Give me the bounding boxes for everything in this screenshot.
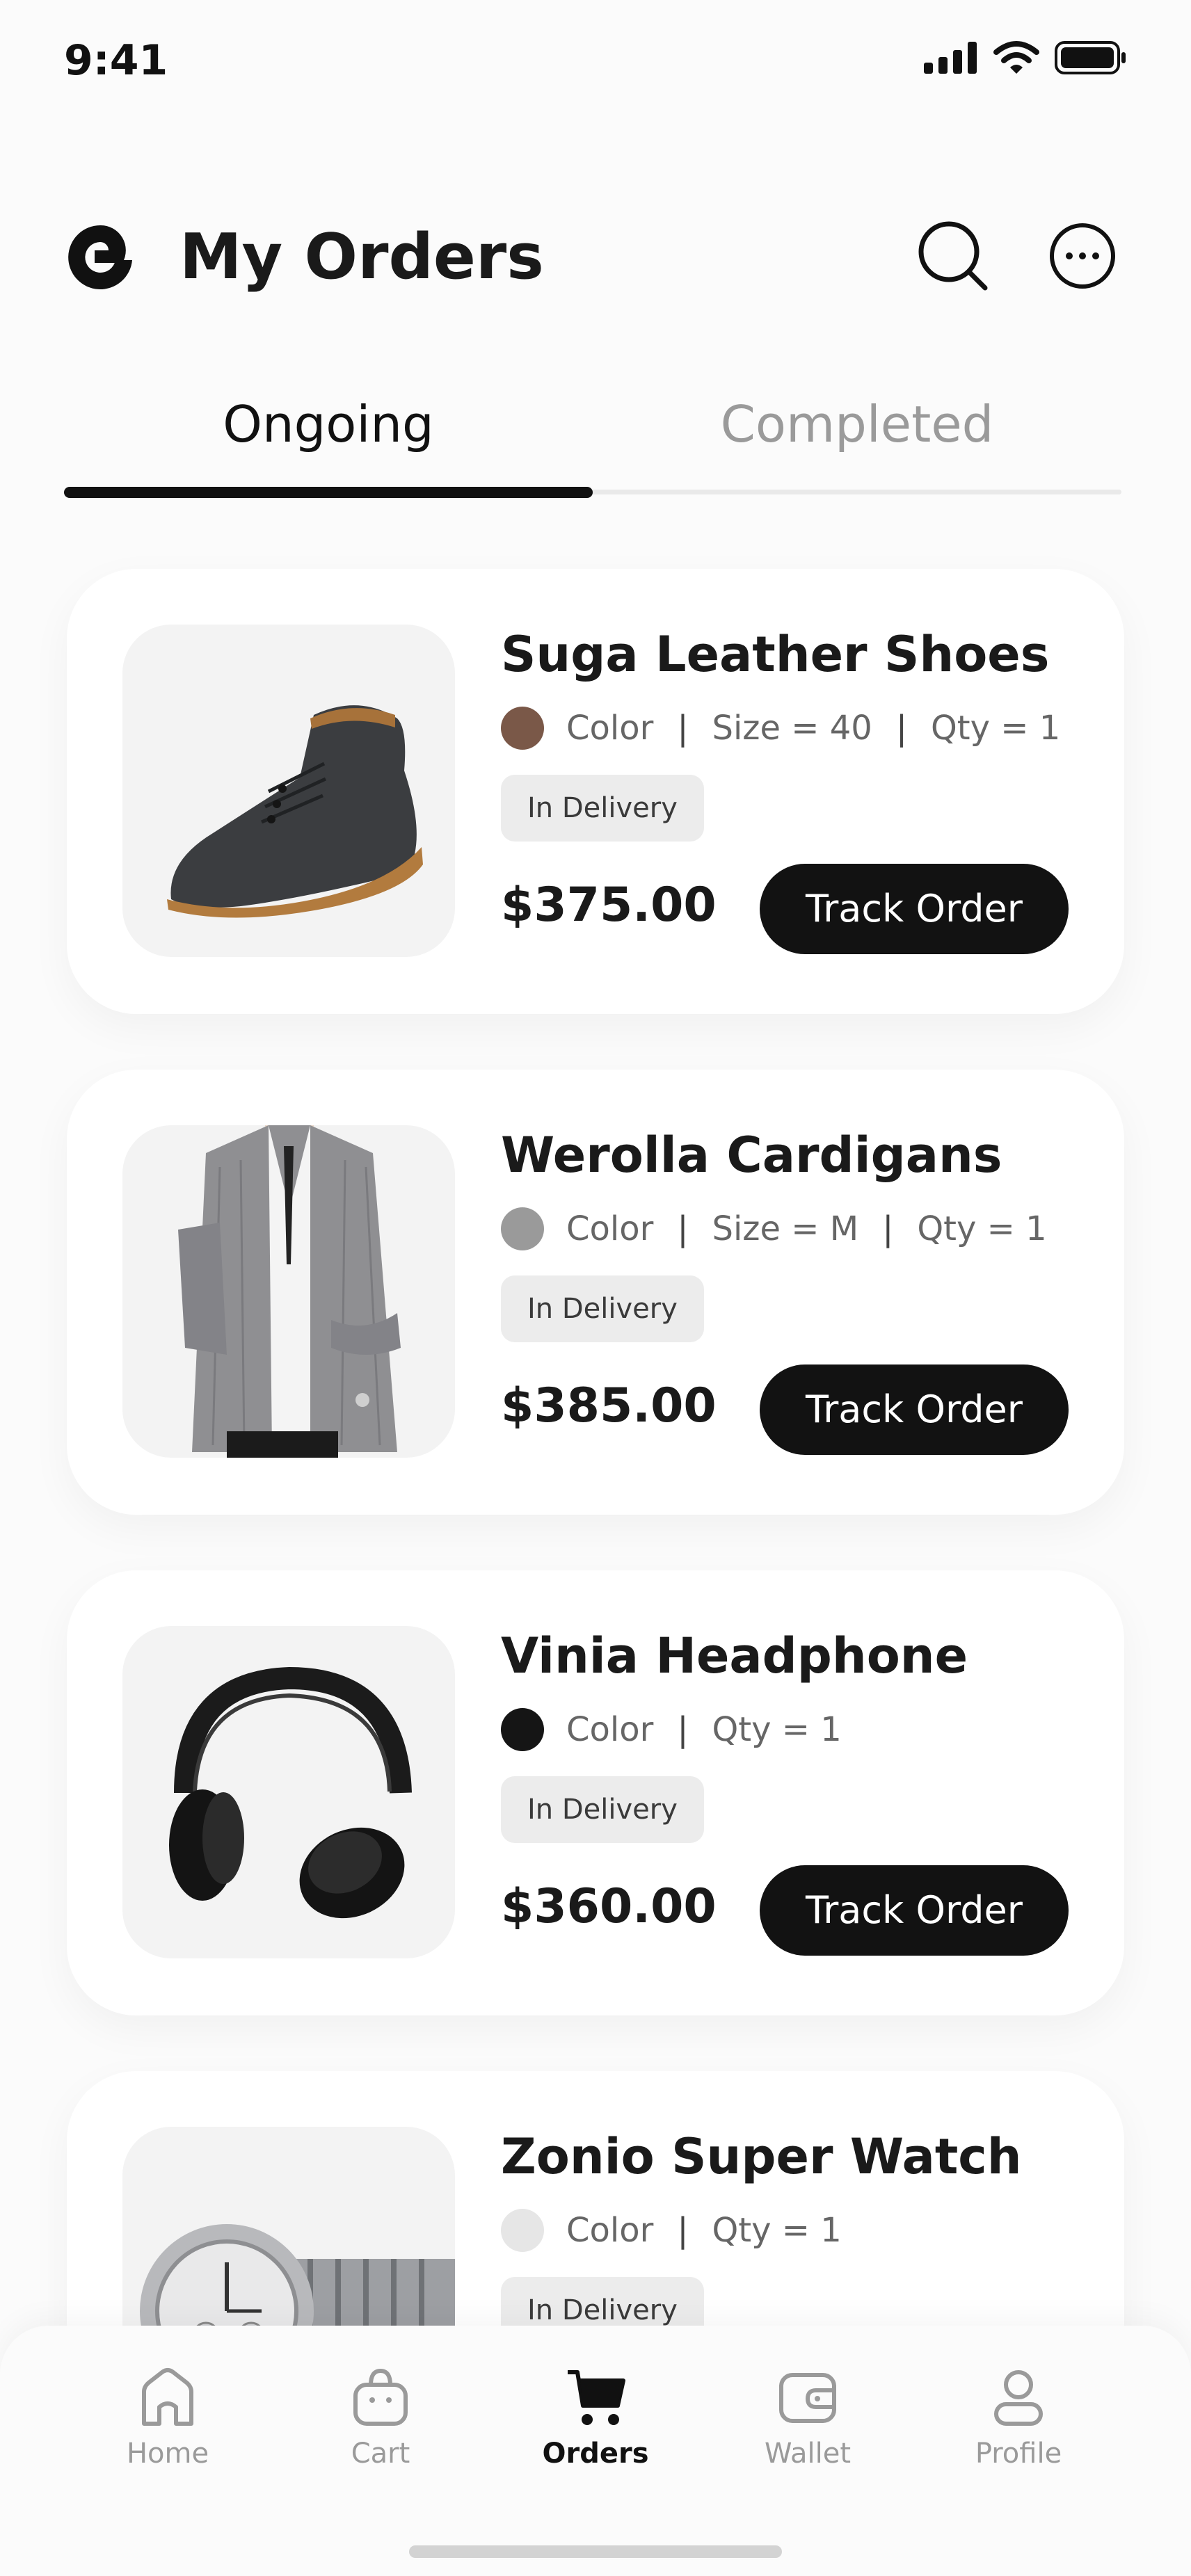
product-attributes: Color | Qty = 1 [501,1707,842,1753]
color-swatch [501,2209,544,2252]
qty-label: Qty = 1 [917,1209,1047,1248]
product-attributes: Color | Size = M | Qty = 1 [501,1206,1047,1252]
status-badge: In Delivery [501,1776,704,1843]
product-name: Werolla Cardigans [501,1127,1002,1184]
attribute-separator: | [677,1209,689,1248]
order-card[interactable]: Suga Leather Shoes Color | Size = 40 | Q… [67,569,1124,1014]
bottom-navigation: Home Cart Orders Wallet Profile [0,2326,1191,2576]
wallet-icon [779,2373,836,2423]
status-badge: In Delivery [501,775,704,842]
product-price: $385.00 [501,1378,717,1433]
orders-list: Suga Leather Shoes Color | Size = 40 | Q… [0,0,1191,2576]
size-label: Size = M [712,1209,859,1248]
my-orders-screen: 9:41 My Orders Ongoing Completed Suga Le… [0,0,1191,2576]
nav-label: Home [126,2438,209,2470]
track-order-button[interactable]: Track Order [760,864,1069,954]
profile-icon [994,2370,1043,2426]
nav-label: Orders [542,2438,649,2470]
attribute-separator: | [677,709,689,748]
order-card[interactable]: Werolla Cardigans Color | Size = M | Qty… [67,1070,1124,1515]
headphone-image [122,1626,455,1958]
order-card[interactable]: Vinia Headphone Color | Qty = 1 In Deliv… [67,1570,1124,2015]
nav-wallet[interactable]: Wallet [738,2364,877,2470]
color-swatch [501,1708,544,1751]
shopping-bag-icon [353,2368,408,2426]
product-name: Suga Leather Shoes [501,626,1050,683]
color-label: Color [566,709,654,748]
color-swatch [501,707,544,750]
nav-home[interactable]: Home [98,2364,237,2470]
nav-label: Wallet [764,2438,852,2470]
color-swatch [501,1207,544,1250]
attribute-separator: | [677,2211,689,2250]
product-name: Vinia Headphone [501,1627,968,1684]
size-label: Size = 40 [712,709,872,748]
home-indicator [409,2545,782,2558]
leather-shoe-image [122,625,455,957]
status-badge: In Delivery [501,1275,704,1342]
attribute-separator: | [895,709,908,748]
color-label: Color [566,1710,654,1749]
product-price: $375.00 [501,878,717,933]
attribute-separator: | [882,1209,894,1248]
nav-profile[interactable]: Profile [949,2364,1088,2470]
attribute-separator: | [677,1710,689,1749]
color-label: Color [566,2211,654,2250]
track-order-button[interactable]: Track Order [760,1865,1069,1956]
nav-label: Profile [975,2438,1062,2470]
color-label: Color [566,1209,654,1248]
product-attributes: Color | Size = 40 | Qty = 1 [501,705,1060,751]
nav-cart[interactable]: Cart [311,2364,450,2470]
home-icon [142,2368,193,2426]
cardigan-image [122,1125,455,1458]
qty-label: Qty = 1 [712,2211,842,2250]
qty-label: Qty = 1 [712,1710,842,1749]
nav-orders[interactable]: Orders [526,2364,665,2470]
qty-label: Qty = 1 [931,709,1061,748]
cart-icon [568,2370,625,2425]
nav-label: Cart [351,2438,410,2470]
product-price: $360.00 [501,1879,717,1934]
track-order-button[interactable]: Track Order [760,1365,1069,1455]
product-name: Zonio Super Watch [501,2128,1022,2185]
product-attributes: Color | Qty = 1 [501,2207,842,2253]
